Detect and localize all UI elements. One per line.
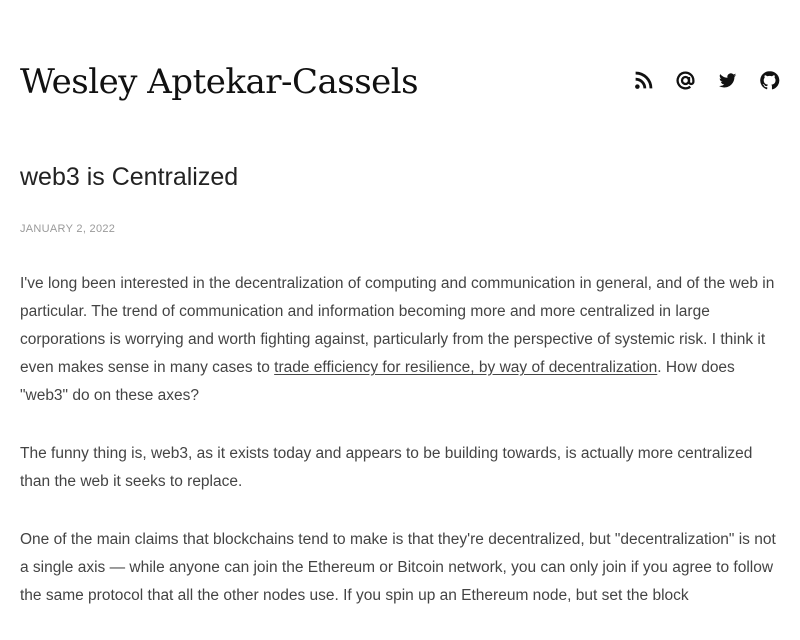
resilience-link[interactable]: trade efficiency for resilience, by way … — [274, 359, 657, 376]
page: Wesley Aptekar-Cassels web3 is Centraliz… — [0, 0, 800, 604]
twitter-icon — [718, 73, 737, 88]
paragraph-3: One of the main claims that blockchains … — [20, 531, 776, 604]
social-links — [633, 70, 780, 91]
paragraph-1: I've long been interested in the decentr… — [20, 270, 780, 410]
github-icon — [760, 71, 780, 90]
paragraph-2: The funny thing is, web3, as it exists t… — [20, 445, 753, 490]
twitter-link[interactable] — [717, 70, 738, 91]
github-link[interactable] — [759, 70, 780, 91]
rss-link[interactable] — [633, 70, 654, 91]
email-icon — [676, 71, 695, 90]
rss-icon — [635, 71, 653, 89]
site-title[interactable]: Wesley Aptekar-Cassels — [20, 58, 419, 106]
email-link[interactable] — [675, 70, 696, 91]
post-content: I've long been interested in the decentr… — [20, 270, 780, 640]
post-title: web3 is Centralized — [20, 163, 239, 191]
post-date: January 2, 2022 — [20, 223, 116, 235]
